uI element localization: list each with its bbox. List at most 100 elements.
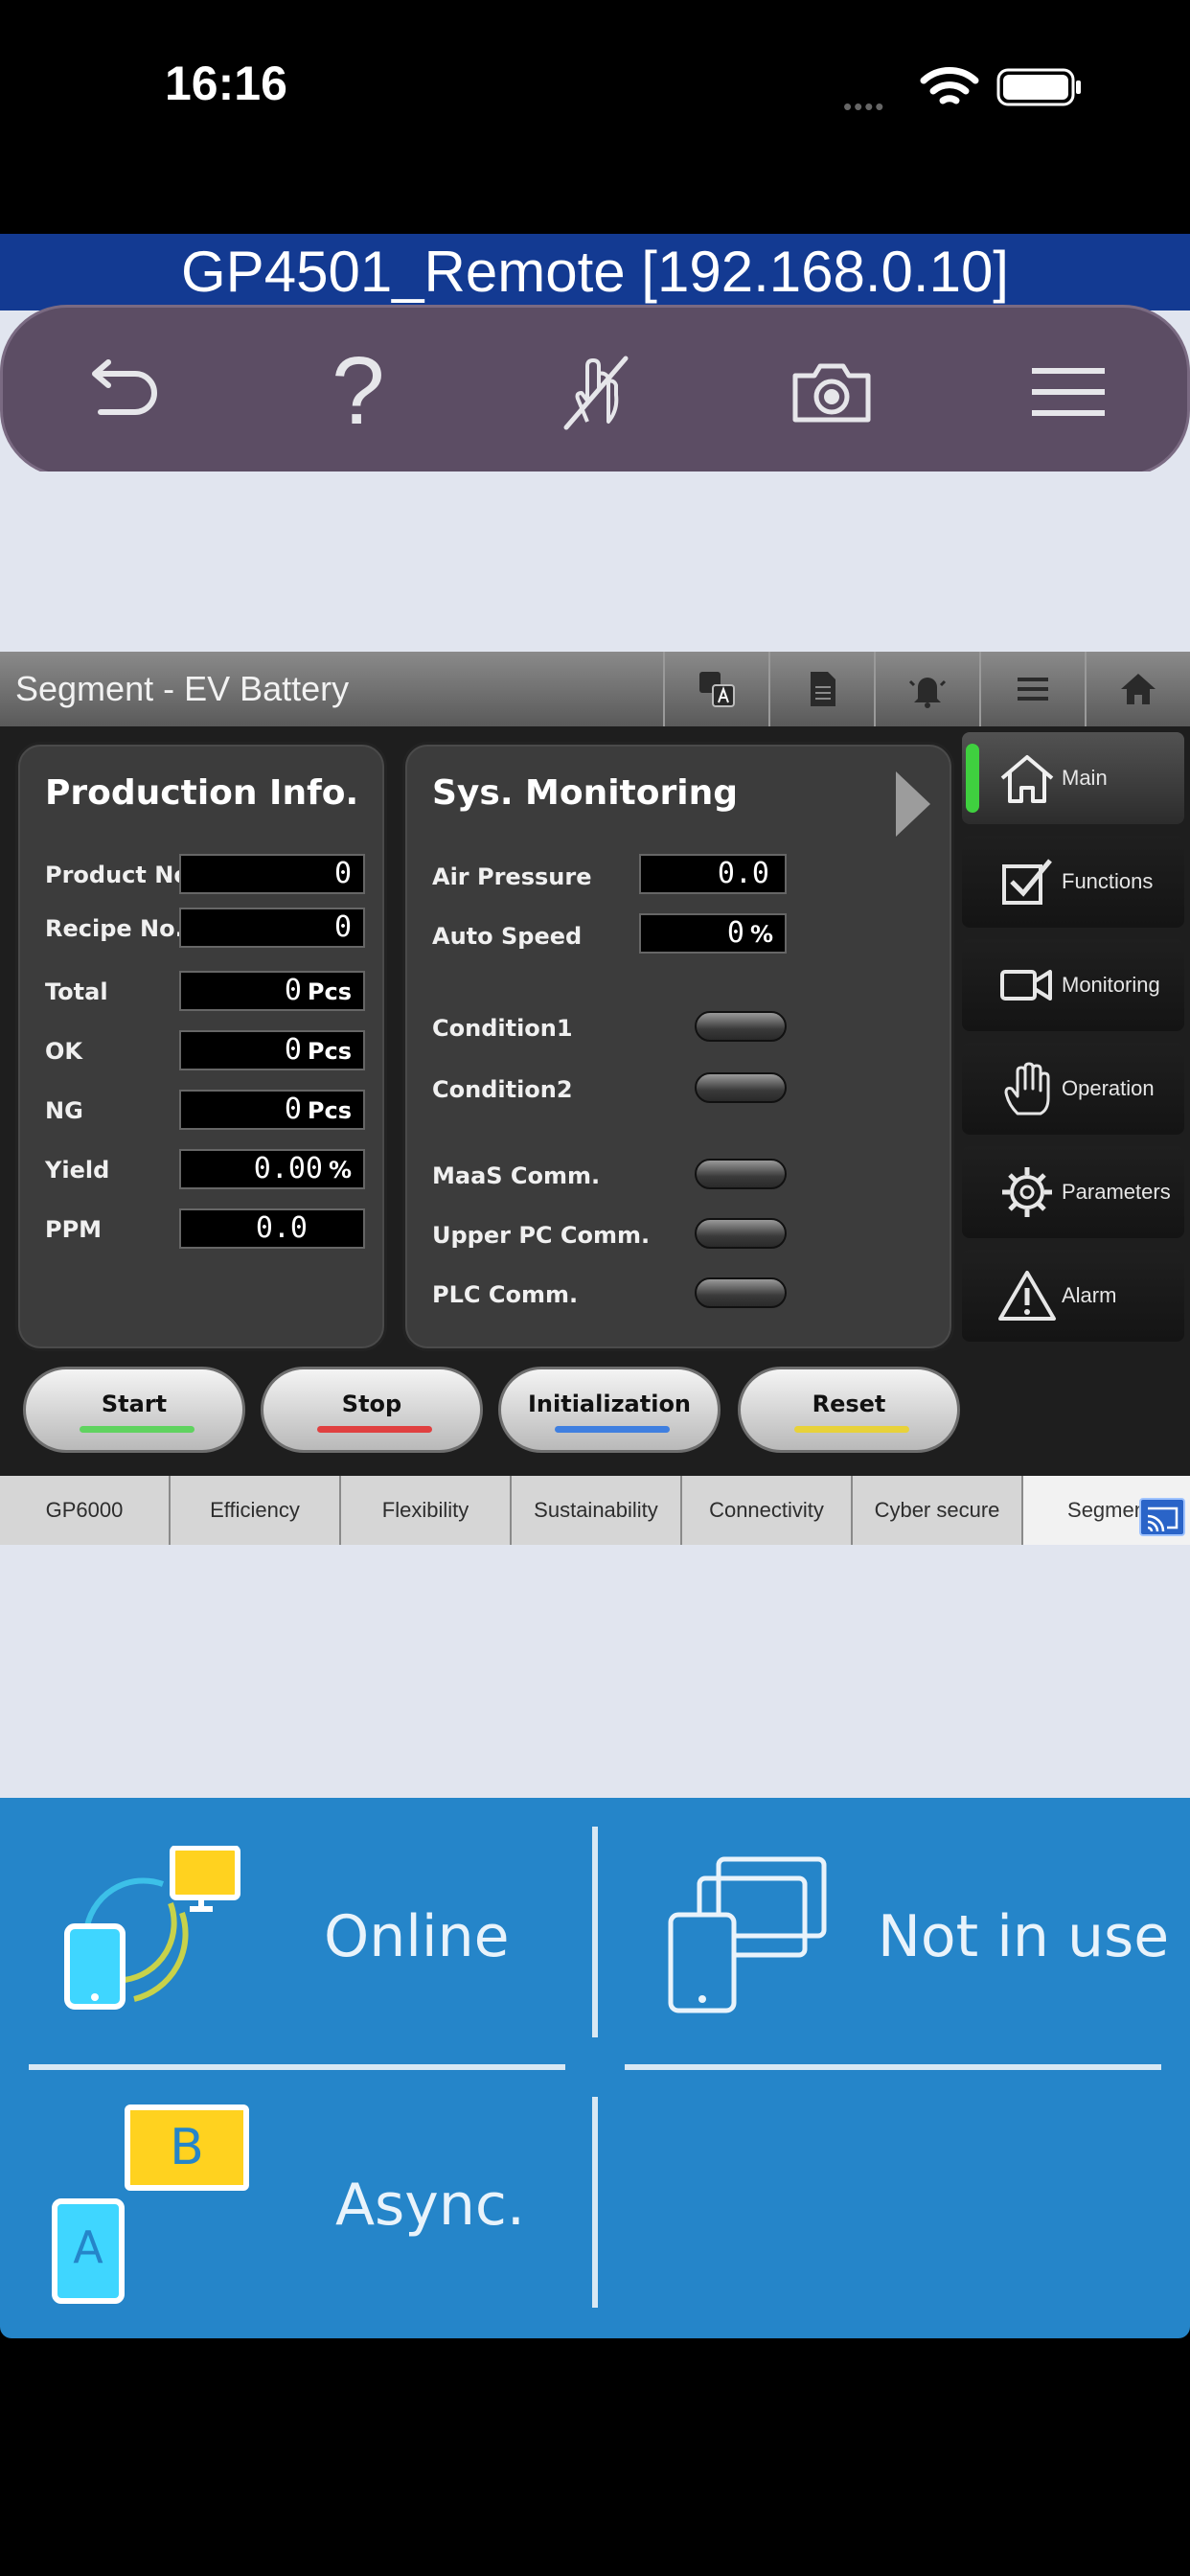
alarm-bell-icon xyxy=(908,678,947,708)
condition1-lamp xyxy=(695,1011,787,1042)
nav-item-operation[interactable]: Operation xyxy=(962,1043,1184,1135)
touch-toggle-button[interactable] xyxy=(533,329,657,453)
nav-label: Alarm xyxy=(1062,1283,1117,1307)
gear-icon xyxy=(1002,1167,1052,1217)
start-color-bar xyxy=(80,1426,195,1433)
row-label: Product No. xyxy=(45,862,198,888)
language-button[interactable] xyxy=(663,652,768,726)
row-label: Recipe No. xyxy=(45,915,184,942)
hmi-title: Segment - EV Battery xyxy=(15,669,350,708)
row-label: PPM xyxy=(45,1216,103,1243)
ios-status-bar: 16:16 •••• xyxy=(0,0,1190,172)
air-pressure-value: 0.0 xyxy=(639,854,787,894)
nav-label: Monitoring xyxy=(1062,973,1160,997)
alarm-button[interactable] xyxy=(874,652,979,726)
hamburger-menu-icon xyxy=(1032,368,1106,416)
ng-value: 0 Pcs xyxy=(179,1090,365,1130)
start-button[interactable]: Start xyxy=(23,1367,245,1453)
initialization-color-bar xyxy=(555,1426,670,1433)
recipe-no-value: 0 xyxy=(179,908,365,948)
auto-speed-value: 0% xyxy=(639,913,787,954)
stop-color-bar xyxy=(317,1426,432,1433)
row-label: Air Pressure xyxy=(432,863,592,890)
nav-item-functions[interactable]: Functions xyxy=(962,836,1184,928)
return-icon xyxy=(91,359,157,415)
list-button[interactable] xyxy=(979,652,1085,726)
warning-icon xyxy=(998,1271,1056,1321)
menu-button[interactable] xyxy=(1006,329,1131,453)
next-page-arrow[interactable] xyxy=(896,771,930,837)
row-label: NG xyxy=(45,1097,83,1124)
row-label: Yield xyxy=(45,1157,110,1184)
tab-cyber-secure[interactable]: Cyber secure xyxy=(853,1476,1023,1545)
maas-comm-lamp xyxy=(695,1159,787,1189)
async-devices-icon: B A xyxy=(52,2104,253,2306)
segment-tabs: GP6000 Efficiency Flexibility Sustainabi… xyxy=(0,1476,1190,1545)
sys-monitoring-panel: Sys. Monitoring Air Pressure 0.0 Auto Sp… xyxy=(402,742,954,1351)
initialization-button[interactable]: Initialization xyxy=(498,1367,721,1453)
bottom-black-area xyxy=(0,2338,1190,2576)
screenshot-button[interactable] xyxy=(769,329,894,453)
video-camera-icon xyxy=(1000,970,1052,1000)
stop-label: Stop xyxy=(341,1391,402,1417)
battery-icon xyxy=(996,68,1081,106)
hmi-header-icons xyxy=(663,652,1190,726)
reset-button[interactable]: Reset xyxy=(738,1367,960,1453)
app-title: GP4501_Remote [192.168.0.10] xyxy=(181,240,1009,304)
status-time: 16:16 xyxy=(165,57,287,110)
reset-color-bar xyxy=(794,1426,909,1433)
document-button[interactable] xyxy=(768,652,874,726)
active-indicator xyxy=(966,744,979,813)
remote-toolbar: ? xyxy=(0,305,1190,477)
device-a-badge: A xyxy=(52,2198,125,2304)
translate-icon xyxy=(699,672,735,707)
nav-item-alarm[interactable]: Alarm xyxy=(962,1250,1184,1342)
signal-dots: •••• xyxy=(843,92,886,121)
production-info-title: Production Info. xyxy=(45,773,359,813)
nav-label: Operation xyxy=(1062,1076,1155,1100)
initialization-label: Initialization xyxy=(527,1391,692,1417)
row-label: PLC Comm. xyxy=(432,1281,579,1308)
nav-label: Functions xyxy=(1062,869,1154,893)
tab-flexibility[interactable]: Flexibility xyxy=(341,1476,512,1545)
hand-icon xyxy=(1004,1062,1050,1116)
row-label: MaaS Comm. xyxy=(432,1162,601,1189)
hmi-home-button[interactable] xyxy=(1085,652,1190,726)
list-icon xyxy=(1018,678,1048,701)
row-label: OK xyxy=(45,1038,82,1065)
row-label: Auto Speed xyxy=(432,923,583,950)
help-button[interactable]: ? xyxy=(296,329,421,453)
mode-status-text: Async. xyxy=(335,2172,525,2239)
tab-gp6000[interactable]: GP6000 xyxy=(0,1476,171,1545)
camera-icon xyxy=(792,363,871,423)
plc-comm-lamp xyxy=(695,1277,787,1308)
total-value: 0 Pcs xyxy=(179,971,365,1011)
ok-value: 0 Pcs xyxy=(179,1030,365,1070)
tab-sustainability[interactable]: Sustainability xyxy=(512,1476,682,1545)
stop-button[interactable]: Stop xyxy=(261,1367,483,1453)
start-label: Start xyxy=(101,1391,168,1417)
connection-status-area: Online Not in use B A Async. xyxy=(0,1798,1190,2338)
hmi-screen[interactable]: Segment - EV Battery Production Info. Pr… xyxy=(0,652,1190,1545)
help-icon: ? xyxy=(331,336,385,445)
nav-item-main[interactable]: Main xyxy=(962,732,1184,824)
not-in-use-devices-icon xyxy=(668,1856,827,2013)
tab-efficiency[interactable]: Efficiency xyxy=(171,1476,341,1545)
usage-status-text: Not in use xyxy=(878,1903,1170,1970)
home-icon xyxy=(1000,755,1054,803)
yield-value: 0.00% xyxy=(179,1149,365,1189)
checkbox-icon xyxy=(1002,859,1052,905)
reset-label: Reset xyxy=(812,1391,886,1417)
back-button[interactable] xyxy=(59,329,184,453)
touch-disabled-icon xyxy=(563,356,629,430)
row-label: Upper PC Comm. xyxy=(432,1222,651,1249)
tab-connectivity[interactable]: Connectivity xyxy=(682,1476,853,1545)
product-no-value: 0 xyxy=(179,854,365,894)
nav-item-parameters[interactable]: Parameters xyxy=(962,1146,1184,1238)
horizontal-divider xyxy=(625,2064,1161,2070)
document-icon xyxy=(811,672,835,706)
nav-item-monitoring[interactable]: Monitoring xyxy=(962,939,1184,1031)
cast-icon[interactable] xyxy=(1138,1495,1186,1539)
upper-pc-comm-lamp xyxy=(695,1218,787,1249)
device-b-badge: B xyxy=(125,2104,249,2191)
